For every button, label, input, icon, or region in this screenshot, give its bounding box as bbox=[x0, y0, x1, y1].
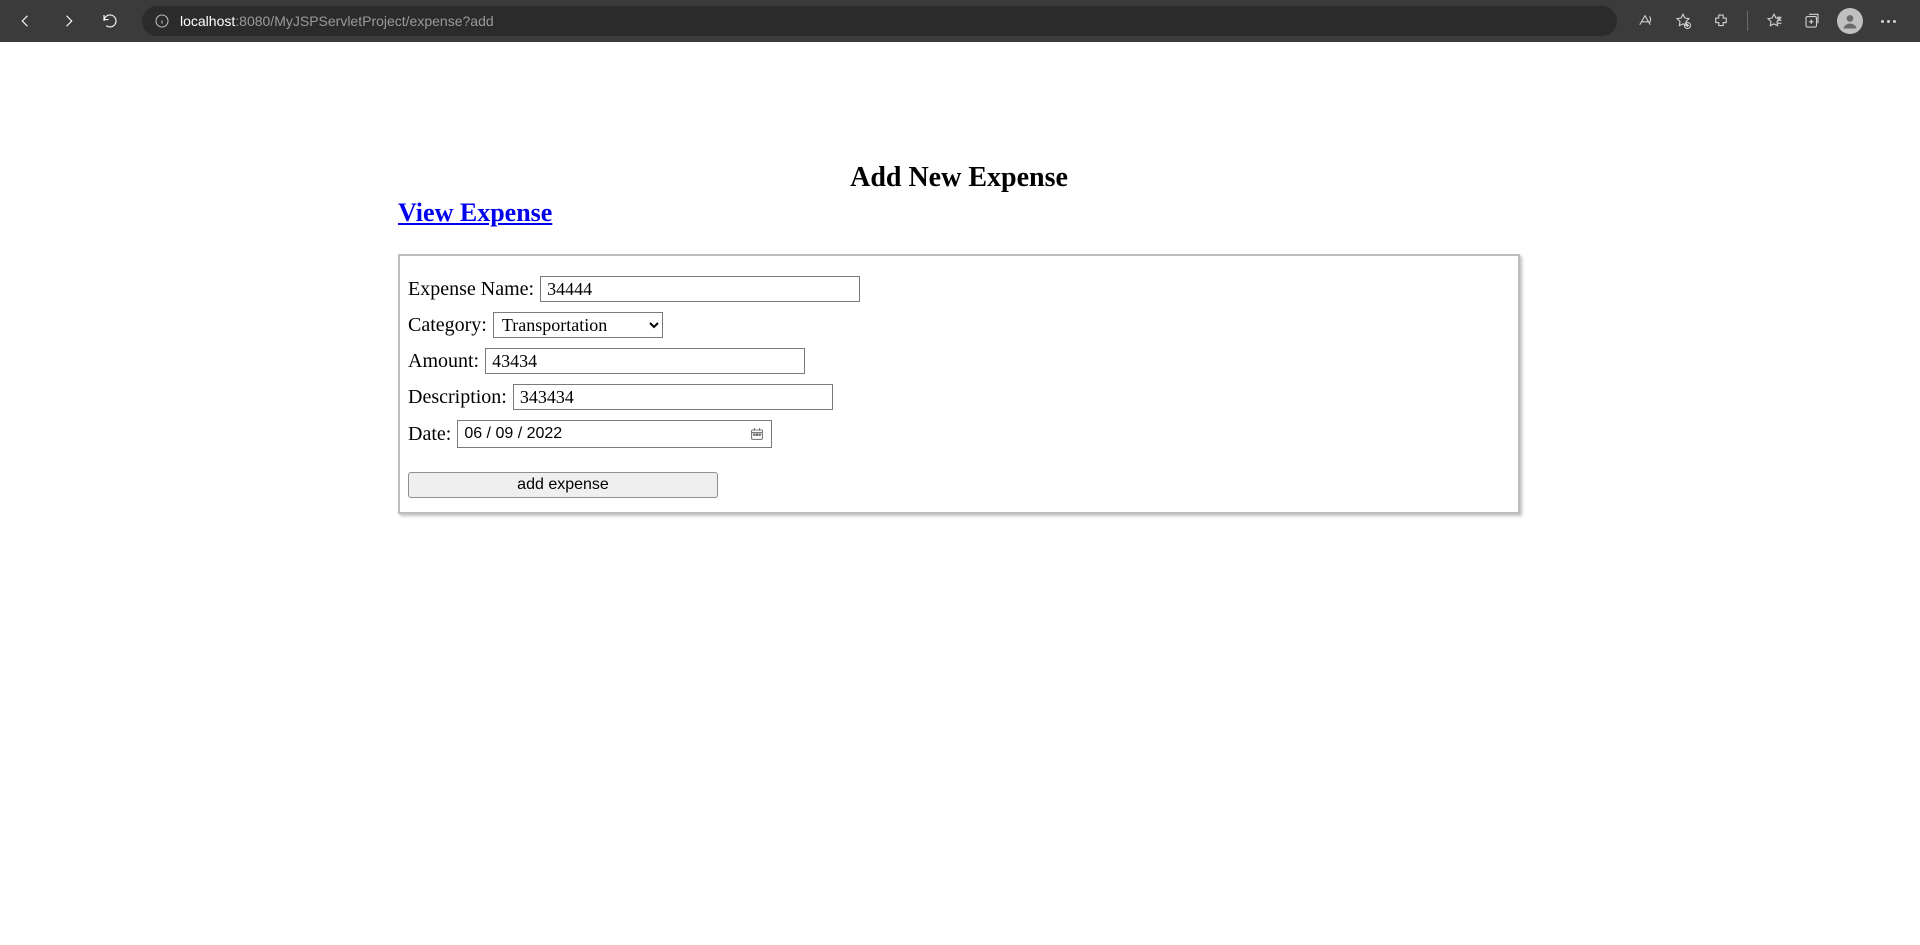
collections-button[interactable] bbox=[1798, 7, 1826, 35]
site-info-icon bbox=[154, 13, 170, 29]
expense-name-input[interactable] bbox=[540, 276, 860, 302]
date-label: Date: bbox=[408, 423, 451, 446]
category-label: Category: bbox=[408, 314, 487, 337]
amount-label: Amount: bbox=[408, 350, 479, 373]
date-value: 06 / 09 / 2022 bbox=[464, 425, 562, 443]
read-aloud-button[interactable] bbox=[1631, 7, 1659, 35]
puzzle-icon bbox=[1712, 12, 1730, 30]
description-row: Description: bbox=[408, 384, 1510, 410]
toolbar-divider bbox=[1747, 11, 1748, 31]
amount-row: Amount: bbox=[408, 348, 1510, 374]
forward-button[interactable] bbox=[50, 3, 86, 39]
description-input[interactable] bbox=[513, 384, 833, 410]
category-select[interactable]: Transportation bbox=[493, 312, 663, 338]
url-text: localhost:8080/MyJSPServletProject/expen… bbox=[180, 13, 494, 29]
collections-icon bbox=[1803, 12, 1821, 30]
more-button[interactable] bbox=[1874, 7, 1902, 35]
browser-toolbar: localhost:8080/MyJSPServletProject/expen… bbox=[0, 0, 1920, 42]
category-row: Category: Transportation bbox=[408, 312, 1510, 338]
favorites-icon bbox=[1765, 12, 1783, 30]
calendar-icon bbox=[749, 426, 765, 442]
toolbar-right bbox=[1631, 7, 1912, 35]
reload-button[interactable] bbox=[92, 3, 128, 39]
arrow-left-icon bbox=[17, 12, 35, 30]
date-input[interactable]: 06 / 09 / 2022 bbox=[457, 420, 772, 448]
star-plus-icon bbox=[1674, 12, 1692, 30]
page-title: Add New Expense bbox=[398, 162, 1520, 194]
url-host: localhost bbox=[180, 13, 235, 29]
expense-name-label: Expense Name: bbox=[408, 278, 534, 301]
more-icon bbox=[1881, 20, 1896, 23]
profile-button[interactable] bbox=[1836, 7, 1864, 35]
view-expense-link[interactable]: View Expense bbox=[398, 198, 552, 228]
address-bar[interactable]: localhost:8080/MyJSPServletProject/expen… bbox=[142, 6, 1617, 36]
expense-form: Expense Name: Category: Transportation A… bbox=[398, 254, 1520, 514]
url-path: :8080/MyJSPServletProject/expense?add bbox=[235, 13, 493, 29]
extensions-button[interactable] bbox=[1707, 7, 1735, 35]
date-row: Date: 06 / 09 / 2022 bbox=[408, 420, 1510, 448]
amount-input[interactable] bbox=[485, 348, 805, 374]
star-add-button[interactable] bbox=[1669, 7, 1697, 35]
favorites-button[interactable] bbox=[1760, 7, 1788, 35]
page-content: Add New Expense View Expense Expense Nam… bbox=[0, 42, 1920, 554]
expense-name-row: Expense Name: bbox=[408, 276, 1510, 302]
avatar-icon bbox=[1837, 8, 1863, 34]
add-expense-button[interactable]: add expense bbox=[408, 472, 718, 498]
reload-icon bbox=[101, 12, 119, 30]
read-aloud-icon bbox=[1636, 12, 1654, 30]
arrow-right-icon bbox=[59, 12, 77, 30]
description-label: Description: bbox=[408, 386, 507, 409]
back-button[interactable] bbox=[8, 3, 44, 39]
